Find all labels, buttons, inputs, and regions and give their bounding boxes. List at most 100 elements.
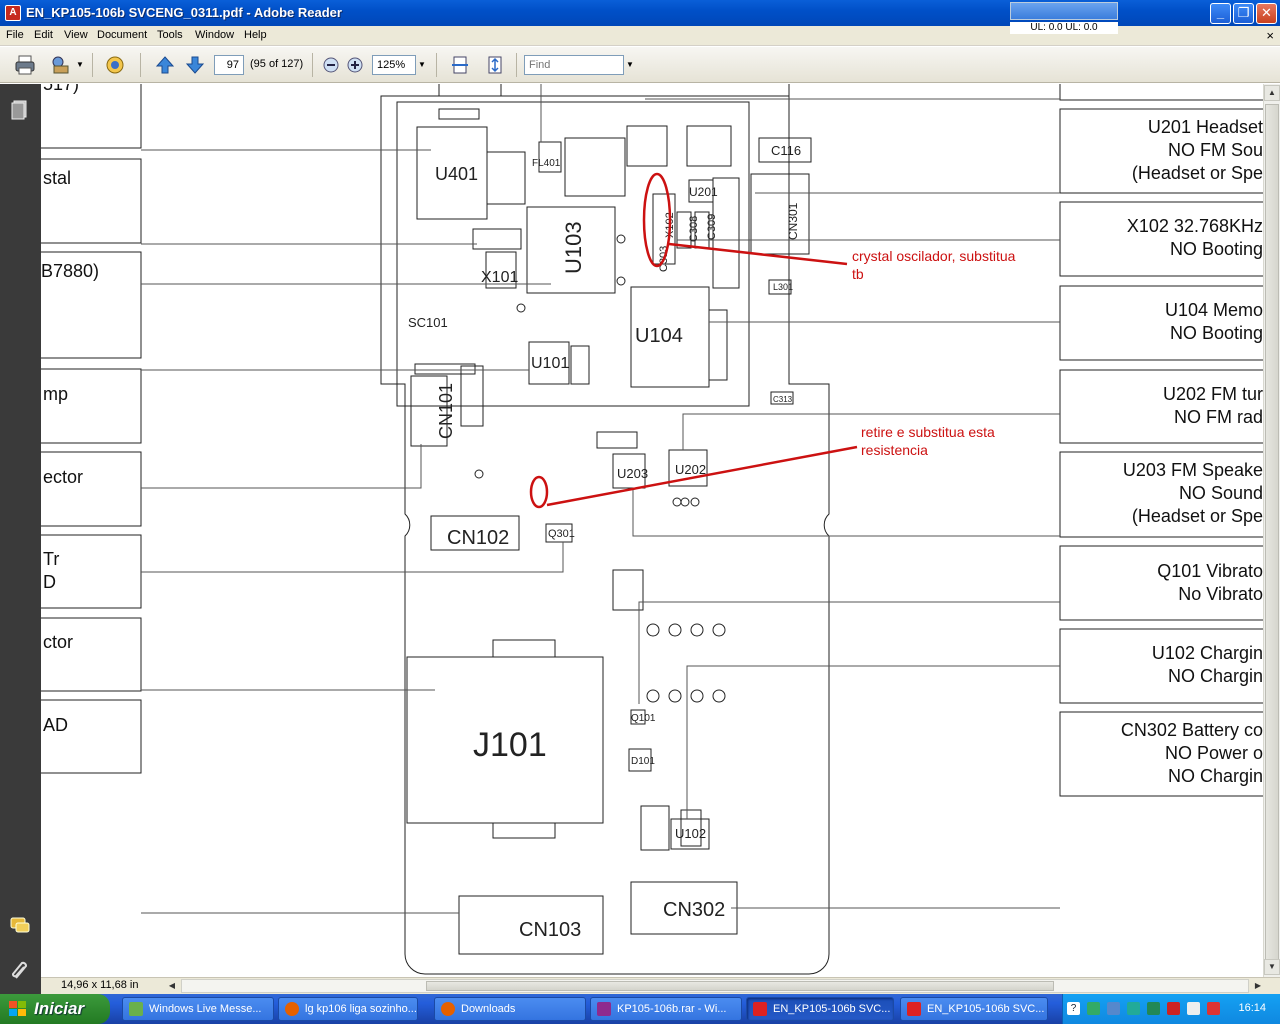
component-label: U203	[617, 466, 648, 481]
firefox-icon	[285, 1002, 299, 1016]
right-label: NO Chargin	[1168, 766, 1263, 786]
task-winrar[interactable]: KP105-106b.rar - Wi...	[590, 997, 742, 1021]
task-label: Downloads	[461, 1003, 516, 1015]
task-label: lg kp106 liga sozinho...	[305, 1003, 417, 1015]
zoom-level-input[interactable]	[372, 55, 416, 75]
right-label: NO FM rad	[1174, 407, 1263, 427]
right-label: NO Power o	[1165, 743, 1263, 763]
component-label: U103	[561, 221, 586, 274]
collaborate-dropdown-icon[interactable]: ▼	[74, 55, 86, 75]
component-label: SC101	[408, 315, 448, 330]
chat-icon[interactable]	[1187, 1002, 1200, 1015]
navigation-panel	[0, 84, 41, 994]
component-label: C308	[688, 216, 700, 242]
scroll-left-icon[interactable]: ◀	[165, 979, 179, 993]
horizontal-scrollbar[interactable]	[181, 979, 1249, 993]
task-messenger[interactable]: Windows Live Messe...	[122, 997, 274, 1021]
right-label: U203 FM Speake	[1123, 460, 1263, 480]
task-pdf-active[interactable]: EN_KP105-106b SVC...	[746, 997, 894, 1021]
security-icon[interactable]	[1167, 1002, 1180, 1015]
close-button[interactable]: ✕	[1256, 3, 1277, 24]
component-label: C116	[771, 143, 801, 158]
menu-document[interactable]: Document	[97, 29, 147, 41]
collaborate-icon[interactable]	[50, 54, 72, 76]
help-icon[interactable]: ?	[1067, 1002, 1080, 1015]
previous-page-icon[interactable]	[154, 54, 176, 76]
left-label: D	[43, 572, 56, 592]
minimize-button[interactable]: _	[1210, 3, 1231, 24]
right-label: NO Booting	[1170, 239, 1263, 259]
left-label: ector	[43, 467, 83, 487]
menu-window[interactable]: Window	[195, 29, 234, 41]
pdf-icon	[753, 1002, 767, 1016]
toolbar: ▼ (95 of 127) ▼ ▼	[0, 47, 1280, 83]
fit-width-icon[interactable]	[449, 54, 471, 76]
attachments-panel-icon[interactable]	[8, 958, 32, 982]
vertical-scrollbar[interactable]: ▲ ▼	[1263, 84, 1280, 977]
network-meter-label: UL: 0.0 UL: 0.0	[1010, 22, 1118, 34]
find-dropdown-icon[interactable]: ▼	[624, 55, 636, 75]
start-button[interactable]: Iniciar	[0, 994, 110, 1024]
page-number-input[interactable]	[214, 55, 244, 75]
pages-panel-icon[interactable]	[8, 98, 32, 122]
left-label: 517)	[43, 84, 79, 94]
annotation-resistor-line2: resistencia	[861, 442, 928, 458]
task-pdf[interactable]: EN_KP105-106b SVC...	[900, 997, 1048, 1021]
zoom-dropdown-icon[interactable]: ▼	[416, 55, 428, 75]
messenger-icon	[129, 1002, 143, 1016]
task-firefox-1[interactable]: lg kp106 liga sozinho...	[278, 997, 418, 1021]
component-label: CN102	[447, 527, 509, 549]
horizontal-scroll-thumb[interactable]	[426, 981, 1054, 991]
page-count: (95 of 127)	[250, 58, 304, 70]
menu-edit[interactable]: Edit	[34, 29, 53, 41]
component-label: CN302	[663, 899, 725, 921]
antivirus-icon[interactable]	[1127, 1002, 1140, 1015]
menu-help[interactable]: Help	[244, 29, 267, 41]
network-icon[interactable]	[1087, 1002, 1100, 1015]
task-firefox-2[interactable]: Downloads	[434, 997, 586, 1021]
right-label: NO Sound	[1179, 483, 1263, 503]
right-label: NO FM Sou	[1168, 140, 1263, 160]
scroll-up-icon[interactable]: ▲	[1264, 85, 1280, 101]
scroll-thumb[interactable]	[1265, 104, 1279, 974]
left-labels: 517) stal B7880) mp ector Tr D ctor AD	[41, 84, 99, 735]
component-label: U401	[435, 164, 478, 184]
maximize-button[interactable]: ❐	[1233, 3, 1254, 24]
document-close-icon[interactable]: ×	[1266, 28, 1274, 43]
adobe-reader-icon: A	[5, 5, 21, 21]
annotation-text: crystal oscilador, substitua tb retire e…	[852, 248, 1016, 458]
print-icon[interactable]	[14, 54, 36, 76]
right-label: (Headset or Spe	[1132, 163, 1263, 183]
task-label: Windows Live Messe...	[149, 1003, 262, 1015]
menu-file[interactable]: File	[6, 29, 24, 41]
component-label: CN301	[786, 202, 800, 240]
menu-view[interactable]: View	[64, 29, 88, 41]
right-label: CN302 Battery co	[1121, 720, 1263, 740]
pdf-icon	[907, 1002, 921, 1016]
left-label: Tr	[43, 549, 59, 569]
messenger-tray-icon[interactable]	[1107, 1002, 1120, 1015]
component-label: C313	[773, 395, 793, 404]
hand-tool-icon[interactable]	[104, 54, 126, 76]
zoom-out-icon[interactable]	[320, 54, 342, 76]
component-label: U104	[635, 325, 683, 347]
right-label: U104 Memo	[1165, 300, 1263, 320]
right-label: NO Chargin	[1168, 666, 1263, 686]
shield-icon[interactable]	[1207, 1002, 1220, 1015]
status-bar: 14,96 x 11,68 in ◀ ▶	[41, 977, 1280, 994]
menu-tools[interactable]: Tools	[157, 29, 183, 41]
document-view[interactable]: U401 FL401 U103 X101 SC101 U101 CN101 U1…	[41, 84, 1263, 977]
zoom-in-icon[interactable]	[344, 54, 366, 76]
scroll-down-icon[interactable]: ▼	[1264, 959, 1280, 975]
comments-panel-icon[interactable]	[8, 914, 32, 938]
next-page-icon[interactable]	[184, 54, 206, 76]
windows-logo-icon	[9, 1001, 26, 1016]
component-labels: U401 FL401 U103 X101 SC101 U101 CN101 U1…	[408, 143, 801, 941]
scroll-right-icon[interactable]: ▶	[1251, 979, 1265, 993]
clock: 16:14	[1238, 1002, 1266, 1014]
connection-icon[interactable]	[1147, 1002, 1160, 1015]
component-label: CN103	[519, 919, 581, 941]
left-label: B7880)	[41, 261, 99, 281]
find-input[interactable]	[524, 55, 624, 75]
fit-page-icon[interactable]	[484, 54, 506, 76]
